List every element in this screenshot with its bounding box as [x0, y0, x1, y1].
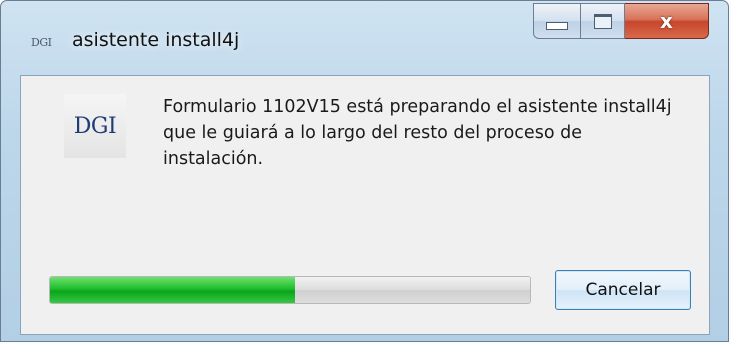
- dgi-logo: DGI: [64, 94, 126, 158]
- logo-text: DGI: [73, 113, 117, 139]
- caption-buttons: x: [533, 3, 709, 43]
- title-bar[interactable]: DGI asistente install4j x: [1, 1, 728, 75]
- maximize-button[interactable]: [581, 3, 625, 39]
- progress-bar: [49, 276, 531, 304]
- close-icon: x: [660, 9, 673, 33]
- minimize-icon: [546, 22, 568, 30]
- progress-fill: [50, 277, 295, 303]
- dialog-content: DGI Formulario 1102V15 está preparando e…: [20, 75, 710, 335]
- status-message: Formulario 1102V15 está preparando el as…: [163, 97, 672, 169]
- cancel-button[interactable]: Cancelar: [555, 270, 691, 310]
- dgi-logo-icon: DGI: [31, 36, 52, 49]
- minimize-button[interactable]: [533, 3, 581, 39]
- window-title: asistente install4j: [72, 29, 240, 51]
- maximize-icon: [593, 13, 612, 29]
- close-button[interactable]: x: [625, 3, 709, 39]
- installer-window: DGI asistente install4j x DGI Formulario…: [0, 0, 729, 342]
